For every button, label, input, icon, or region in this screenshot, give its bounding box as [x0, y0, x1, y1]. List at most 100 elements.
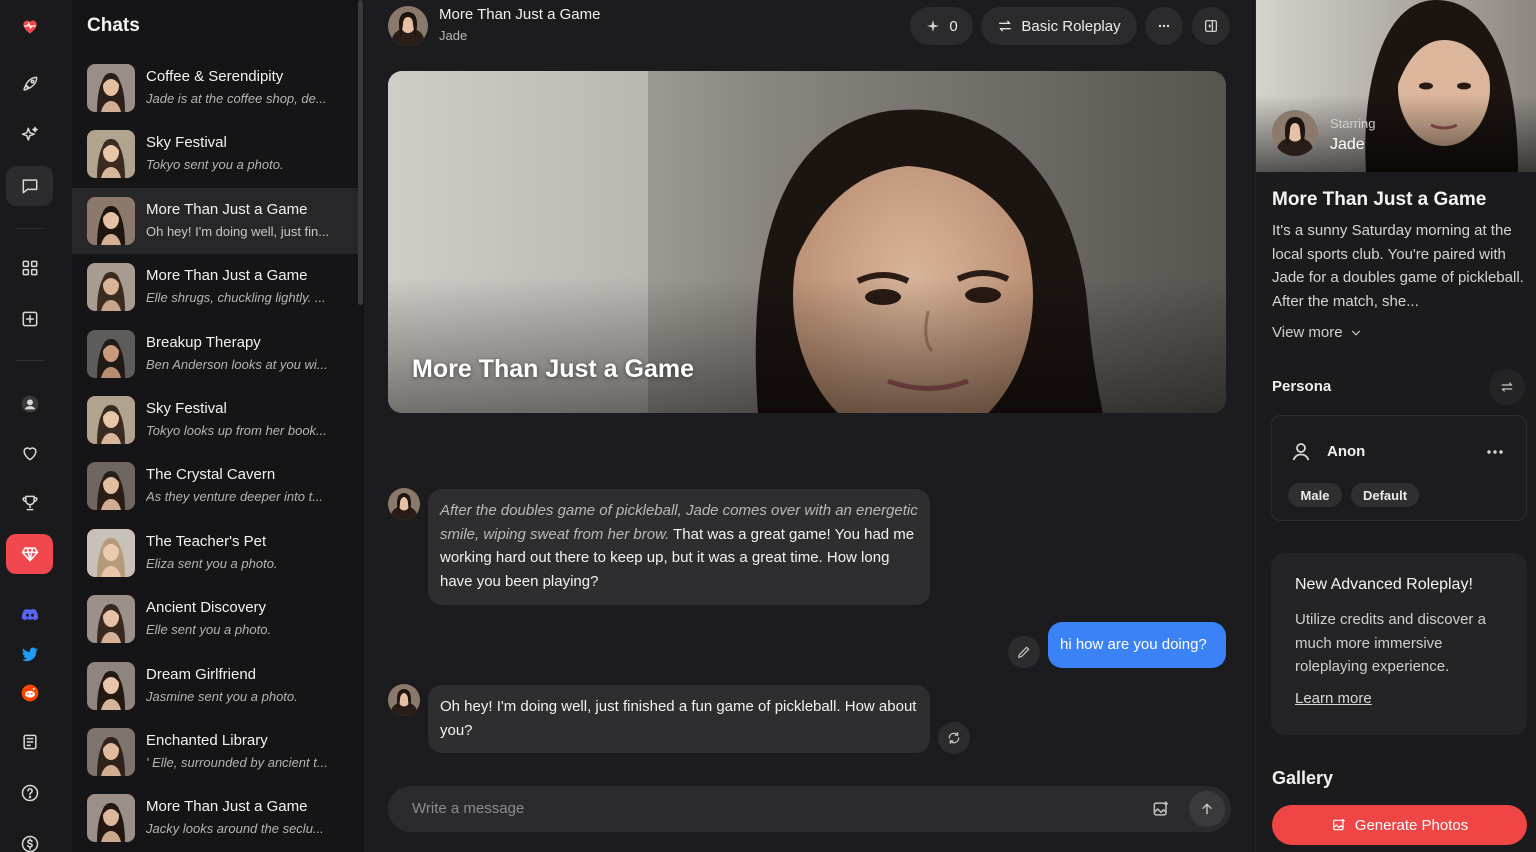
chat-list-item[interactable]: Breakup Therapy Ben Anderson looks at you…: [72, 321, 358, 387]
roleplay-mode-label: Basic Roleplay: [1021, 17, 1121, 35]
chat-item-preview: Elle sent you a photo.: [146, 622, 272, 638]
chat-item-title: The Crystal Cavern: [146, 466, 276, 484]
chat-list-item[interactable]: More Than Just a Game Elle shrugs, chuckl…: [72, 254, 358, 320]
chat-item-title: Ancient Discovery: [146, 599, 267, 617]
avatar[interactable]: [388, 488, 420, 520]
persona-tag: Default: [1351, 483, 1419, 507]
scenario-banner: More Than Just a Game: [388, 71, 1226, 413]
chat-list-item[interactable]: The Teacher's Pet Eliza sent you a photo.: [72, 520, 358, 586]
switch-persona-button[interactable]: [1489, 369, 1525, 405]
promo-title: New Advanced Roleplay!: [1295, 576, 1473, 593]
chat-list-scrollbar[interactable]: [358, 0, 363, 305]
diamond-icon[interactable]: [6, 534, 53, 574]
chat-item-preview: Elle shrugs, chuckling lightly. ...: [146, 290, 326, 306]
avatar[interactable]: [388, 684, 420, 716]
more-horizontal-icon[interactable]: [1483, 440, 1507, 464]
chat-list-item[interactable]: Enchanted Library ' Elle, surrounded by a…: [72, 719, 358, 785]
chat-item-title: Sky Festival: [146, 134, 227, 152]
user-message: hi how are you doing?: [1048, 622, 1226, 668]
trophy-icon[interactable]: [6, 483, 53, 523]
chat-list-item[interactable]: Sky Festival Tokyo looks up from her book…: [72, 387, 358, 453]
reddit-icon[interactable]: [6, 673, 53, 713]
add-square-icon[interactable]: [6, 299, 53, 339]
scenario-title: More Than Just a Game: [1272, 189, 1487, 210]
dollar-icon[interactable]: [6, 824, 53, 852]
avatar: [87, 462, 135, 511]
image-plus-icon: [1332, 819, 1345, 831]
avatar: [87, 794, 135, 843]
user-outline-icon: [1292, 443, 1310, 461]
chat-item-preview: Ben Anderson looks at you wi...: [146, 356, 328, 372]
persona-heading: Persona: [1272, 378, 1332, 395]
regenerate-button[interactable]: [938, 722, 970, 754]
refresh-icon: [948, 732, 960, 744]
avatar: [87, 263, 135, 312]
user-icon[interactable]: [6, 384, 53, 424]
logo-heart-icon[interactable]: [6, 6, 53, 46]
sparkle-icon: [927, 20, 940, 32]
rail-divider: [16, 360, 44, 361]
chat-list-item[interactable]: Ancient Discovery Elle sent you a photo.: [72, 586, 358, 652]
avatar: [87, 528, 135, 577]
app: Chats Coffee & Serendipity Jade is at the…: [0, 0, 1536, 852]
gallery-heading: Gallery: [1272, 768, 1334, 788]
panel-right-icon: [1205, 20, 1217, 32]
avatar[interactable]: [388, 6, 428, 46]
chat-item-preview: ' Elle, surrounded by ancient t...: [146, 755, 328, 770]
chat-item-title: Dream Girlfriend: [146, 665, 257, 683]
toggle-sidebar-button[interactable]: [1192, 7, 1230, 45]
persona-tag: Male: [1288, 483, 1342, 507]
chat-item-preview: Oh hey! I'm doing well, just fin...: [146, 223, 330, 239]
chat-item-preview: Tokyo looks up from her book...: [146, 423, 327, 438]
discord-icon[interactable]: [6, 595, 53, 635]
chat-list-item[interactable]: Coffee & Serendipity Jade is at the coffe…: [72, 55, 358, 121]
heart-icon[interactable]: [6, 433, 53, 473]
twitter-icon[interactable]: [6, 634, 53, 674]
news-icon[interactable]: [6, 722, 53, 762]
more-options-button[interactable]: [1145, 7, 1183, 45]
chat-item-preview: Tokyo sent you a photo.: [146, 157, 284, 173]
chat-list-item[interactable]: More Than Just a Game Oh hey! I'm doing w…: [72, 187, 358, 254]
chat-item-preview: Eliza sent you a photo.: [146, 555, 278, 571]
message-composer[interactable]: Write a message: [388, 786, 1231, 832]
chat-list-panel: Chats Coffee & Serendipity Jade is at the…: [72, 0, 364, 852]
sparkles-icon[interactable]: [6, 115, 53, 155]
chat-item-preview: Jacky looks around the seclu...: [146, 821, 324, 837]
promo-body: Utilize credits and discover a much more…: [1295, 611, 1486, 675]
send-button[interactable]: [1189, 791, 1225, 827]
chat-list-item[interactable]: The Crystal Cavern As they venture deeper…: [72, 453, 358, 519]
chat-icon[interactable]: [6, 166, 53, 206]
message-input[interactable]: Write a message: [412, 800, 524, 817]
grid-icon[interactable]: [6, 248, 53, 288]
edit-message-button[interactable]: [1008, 636, 1040, 668]
chat-item-title: Breakup Therapy: [146, 333, 261, 351]
avatar[interactable]: [1272, 110, 1318, 156]
starring-label: Starring: [1330, 116, 1376, 131]
persona-card[interactable]: Anon Male Default: [1271, 415, 1527, 521]
help-icon[interactable]: [6, 773, 53, 813]
avatar: [87, 196, 135, 245]
pencil-icon: [1018, 646, 1030, 658]
chat-item-preview: Jasmine sent you a photo.: [146, 688, 298, 704]
learn-more-link[interactable]: Learn more: [1295, 690, 1372, 707]
roleplay-mode-button[interactable]: Basic Roleplay: [981, 7, 1137, 45]
banner-title: More Than Just a Game: [412, 355, 695, 383]
advanced-roleplay-promo: New Advanced Roleplay! Utilize credits a…: [1271, 553, 1527, 735]
credits-button[interactable]: 0: [910, 7, 973, 45]
rocket-icon[interactable]: [6, 64, 53, 104]
chat-list-item[interactable]: Dream Girlfriend Jasmine sent you a photo…: [72, 653, 358, 719]
chat-list-item[interactable]: More Than Just a Game Jacky looks around …: [72, 785, 358, 851]
view-more-button[interactable]: View more: [1272, 324, 1363, 341]
generate-photos-button[interactable]: Generate Photos: [1272, 805, 1527, 845]
chat-item-title: Sky Festival: [146, 400, 227, 417]
avatar: [87, 64, 135, 112]
generate-photos-label: Generate Photos: [1354, 816, 1469, 834]
image-upload-icon[interactable]: [1151, 799, 1171, 819]
arrow-up-icon: [1202, 803, 1212, 815]
chat-main: More Than Just a Game Jade 0 Basic Rolep…: [364, 0, 1254, 852]
avatar: [87, 661, 135, 710]
chat-list-item[interactable]: Sky Festival Tokyo sent you a photo.: [72, 121, 358, 187]
chat-list-title: Chats: [87, 15, 140, 36]
scenario-details-panel: Starring Jade More Than Just a Game It's…: [1255, 0, 1536, 852]
credits-count: 0: [949, 17, 958, 35]
